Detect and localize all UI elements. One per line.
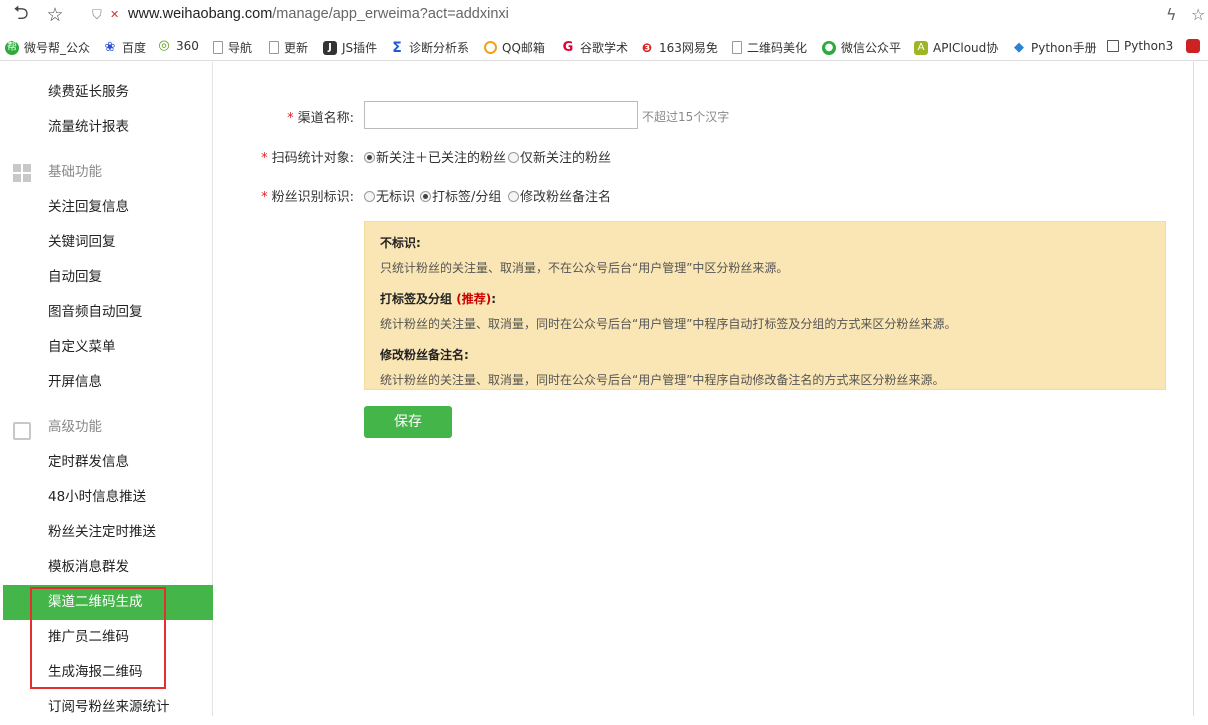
weihaobang-icon: 帮 [5,41,19,55]
info-remark-text: 统计粉丝的关注量、取消量，同时在公众号后台“用户管理”中程序自动修改备注名的方式… [380,371,1150,388]
sidebar-item-renew[interactable]: 续费延长服务 [3,75,213,110]
360-icon: ◎ [157,39,171,53]
bookmarks-bar: 帮微号帮_公众 ❀百度 ◎360 导航 更新 JJS插件 Σ诊断分析系 QQ邮箱… [0,33,1208,61]
sidebar-item-media-reply[interactable]: 图音频自动回复 [3,295,213,330]
diagnosis-icon: Σ [390,41,404,55]
163-icon: ❸ [640,41,654,55]
sidebar-item-auto-reply[interactable]: 自动回复 [3,260,213,295]
highlight-annotation-box [30,587,166,689]
recommend-badge: (推荐) [456,292,491,306]
sidebar-item-48h-push[interactable]: 48小时信息推送 [3,480,213,515]
python-icon: ◆ [1012,41,1026,55]
sidebar-item-template-mass[interactable]: 模板消息群发 [3,550,213,585]
fan-tag-label: *粉丝识别标识: [234,186,354,205]
browser-toolbar: ⮌ ☆ ⛉ ✕ www.weihaobang.com/manage/app_er… [0,0,1208,32]
info-none-title: 不标识: [380,234,1150,251]
channel-name-label: *渠道名称: [234,107,354,126]
bookmark-diagnosis[interactable]: Σ诊断分析系 [390,39,469,56]
scan-target-option-all[interactable]: 新关注＋已关注的粉丝 [364,147,506,166]
qqmail-icon [484,41,497,54]
url-field[interactable]: www.weihaobang.com/manage/app_erweima?ac… [128,6,509,22]
info-tag-text: 统计粉丝的关注量、取消量，同时在公众号后台“用户管理”中程序自动打标签及分组的方… [380,315,1150,332]
grid-icon [13,164,31,182]
sidebar-group-basic: 基础功能 [3,155,213,190]
sidebar-item-scheduled-mass[interactable]: 定时群发信息 [3,445,213,480]
radio-selected[interactable] [420,191,431,202]
scan-target-option-new[interactable]: 仅新关注的粉丝 [508,147,611,166]
bookmark-scholar[interactable]: G谷歌学术 [561,39,628,56]
bookmark-qqmail[interactable]: QQ邮箱 [484,39,545,56]
bookmark-more[interactable] [1186,39,1205,53]
sidebar-item-traffic-report[interactable]: 流量统计报表 [3,110,213,145]
bookmark-nav[interactable]: 导航 [213,39,252,56]
wechat-icon: ● [822,41,836,55]
bookmark-icon [1186,39,1200,53]
fan-tag-option-remark[interactable]: 修改粉丝备注名 [508,186,611,205]
page-icon [269,41,279,54]
bookmark-update[interactable]: 更新 [269,39,308,56]
bookmark-python3[interactable]: Python3 [1107,39,1173,53]
bookmark-apicloud[interactable]: AAPICloud协 [914,39,998,56]
radio-unselected[interactable] [508,191,519,202]
bookmark-js-plugin[interactable]: JJS插件 [323,39,377,56]
bookmark-163[interactable]: ❸163网易免 [640,39,718,56]
sidebar-group-advanced: 高级功能 [3,410,213,445]
js-icon: J [323,41,337,55]
bookmark-wechat[interactable]: ●微信公众平 [822,39,901,56]
bookmark-baidu[interactable]: ❀百度 [103,39,146,56]
fan-tag-option-none[interactable]: 无标识 [364,186,415,205]
bookmark-python-manual[interactable]: ◆Python手册 [1012,39,1097,56]
info-none-text: 只统计粉丝的关注量、取消量，不在公众号后台“用户管理”中区分粉丝来源。 [380,259,1150,276]
fan-tag-info-box: 不标识: 只统计粉丝的关注量、取消量，不在公众号后台“用户管理”中区分粉丝来源。… [364,221,1166,390]
shield-icon[interactable]: ⛉ [92,8,102,23]
save-button[interactable]: 保存 [364,406,452,438]
favorite-icon[interactable]: ☆ [1191,5,1205,24]
scan-target-label: *扫码统计对象: [234,147,354,166]
page-icon [213,41,223,54]
bookmark-qrcode[interactable]: 二维码美化 [732,39,807,56]
bookmark-star-icon[interactable]: ☆ [44,4,66,26]
apicloud-icon: A [914,41,928,55]
bookmark-360[interactable]: ◎360 [157,39,199,53]
sidebar-item-follow-reply[interactable]: 关注回复信息 [3,190,213,225]
info-remark-title: 修改粉丝备注名: [380,346,1150,363]
back-icon[interactable]: ⮌ [10,4,32,26]
book-icon [1107,40,1119,52]
channel-name-input[interactable] [364,101,638,129]
page-icon [732,41,742,54]
channel-name-hint: 不超过15个汉字 [642,108,729,125]
sidebar-item-keyword-reply[interactable]: 关键词回复 [3,225,213,260]
sidebar-item-splash[interactable]: 开屏信息 [3,365,213,400]
baidu-paw-icon: ❀ [103,41,117,55]
radio-unselected[interactable] [364,191,375,202]
bookmark-weihaobang[interactable]: 帮微号帮_公众 [5,39,90,56]
page-right-edge [1193,62,1194,716]
sidebar-item-fan-source-stats[interactable]: 订阅号粉丝来源统计 [3,690,213,725]
inbox-icon [13,422,31,440]
sidebar-item-custom-menu[interactable]: 自定义菜单 [3,330,213,365]
insecure-lock-icon[interactable]: ✕ [110,8,119,21]
lightning-icon[interactable]: ϟ [1166,5,1177,24]
page-content: 续费延长服务 流量统计报表 基础功能 关注回复信息 关键词回复 自动回复 图音频… [0,62,1208,716]
google-icon: G [561,41,575,55]
info-tag-title: 打标签及分组 (推荐): [380,290,1150,307]
sidebar-item-follow-timed-push[interactable]: 粉丝关注定时推送 [3,515,213,550]
radio-selected[interactable] [364,152,375,163]
radio-unselected[interactable] [508,152,519,163]
fan-tag-option-tag[interactable]: 打标签/分组 [420,186,501,205]
